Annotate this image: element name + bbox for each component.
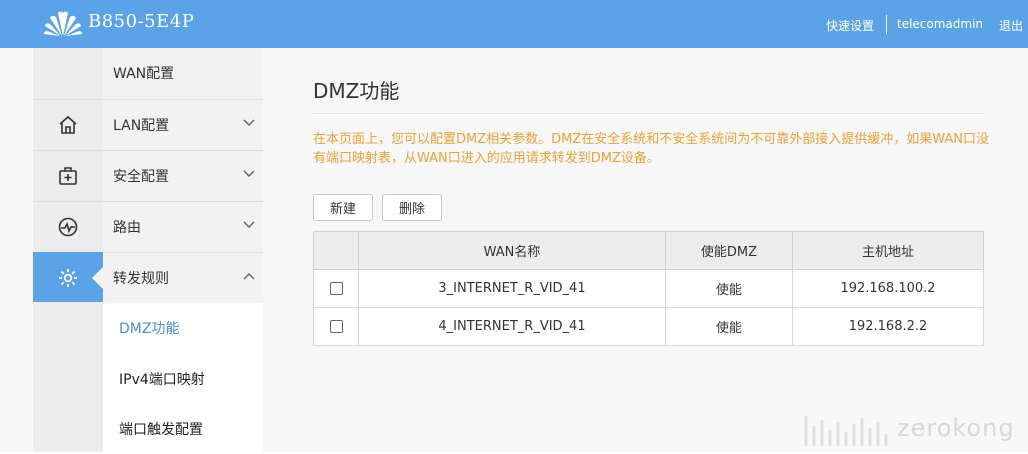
chevron-down-icon	[243, 170, 255, 178]
menu-item-label: 路由	[113, 219, 141, 236]
user-link[interactable]: telecomadmin	[897, 17, 983, 31]
route-icon	[58, 217, 78, 236]
submenu-item-port-trigger[interactable]: 端口触发配置	[103, 404, 263, 454]
menu-item-label: LAN配置	[113, 117, 170, 134]
menu-item-lan[interactable]: LAN配置	[103, 99, 263, 149]
row-select-cell	[313, 269, 359, 308]
chevron-down-icon	[243, 119, 255, 127]
new-button[interactable]: 新建	[313, 194, 373, 221]
table-row[interactable]: 4_INTERNET_R_VID_41 使能 192.168.2.2	[313, 307, 984, 346]
row-checkbox[interactable]	[329, 282, 343, 295]
chevron-down-icon	[243, 221, 255, 229]
submenu-item-label: IPv4端口映射	[119, 372, 205, 388]
enable-dmz-cell: 使能	[665, 269, 793, 308]
rail-home[interactable]	[33, 99, 103, 149]
rail-security[interactable]	[33, 150, 103, 200]
menu-item-route[interactable]: 路由	[103, 201, 263, 251]
firstaid-icon	[59, 166, 77, 185]
huawei-logo-icon	[44, 11, 82, 36]
menu-item-forwarding[interactable]: 转发规则	[103, 252, 263, 302]
logout-link[interactable]: 退出	[999, 17, 1023, 34]
enable-dmz-header: 使能DMZ	[665, 231, 793, 270]
table-row[interactable]: 3_INTERNET_R_VID_41 使能 192.168.100.2	[313, 269, 984, 308]
host-address-header: 主机地址	[792, 231, 984, 270]
delete-button[interactable]: 删除	[382, 194, 442, 221]
menu-item-security[interactable]: 安全配置	[103, 150, 263, 200]
submenu-item-label: 端口触发配置	[119, 422, 203, 438]
wan-name-cell: 4_INTERNET_R_VID_41	[358, 307, 666, 346]
top-header: B850-5E4P 快速设置 telecomadmin 退出	[0, 0, 1028, 48]
chevron-up-icon	[243, 272, 255, 280]
device-model: B850-5E4P	[88, 11, 195, 32]
select-column-header	[313, 231, 359, 270]
wan-name-header: WAN名称	[358, 231, 666, 270]
menu-item-label: WAN配置	[113, 66, 175, 82]
host-address-cell: 192.168.100.2	[792, 269, 984, 308]
gear-icon	[59, 268, 77, 287]
rail-route[interactable]	[33, 201, 103, 251]
title-divider	[313, 113, 983, 114]
quick-setup-link[interactable]: 快速设置	[826, 17, 874, 34]
page-description: 在本页面上，您可以配置DMZ相关参数。DMZ在安全系统和不安全系统间为不可靠外部…	[313, 132, 990, 166]
wan-name-cell: 3_INTERNET_R_VID_41	[358, 269, 666, 308]
dmz-table: WAN名称 使能DMZ 主机地址 3_INTERNET_R_VID_41 使能 …	[313, 231, 984, 346]
watermark-text: zerokong	[897, 414, 1015, 442]
home-icon	[59, 115, 77, 134]
table-header-row: WAN名称 使能DMZ 主机地址	[313, 231, 984, 270]
submenu-item-dmz[interactable]: DMZ功能	[103, 303, 263, 353]
submenu-item-label: DMZ功能	[119, 321, 180, 337]
host-address-cell: 192.168.2.2	[792, 307, 984, 346]
header-divider	[886, 15, 887, 34]
enable-dmz-cell: 使能	[665, 307, 793, 346]
page-title: DMZ功能	[313, 79, 400, 103]
row-select-cell	[313, 307, 359, 346]
submenu-item-ipv4-port-mapping[interactable]: IPv4端口映射	[103, 354, 263, 404]
active-pointer	[92, 267, 103, 289]
menu-item-label: 转发规则	[113, 270, 169, 287]
row-checkbox[interactable]	[329, 320, 343, 333]
menu-item-label: 安全配置	[113, 168, 169, 185]
menu-item-wan[interactable]: WAN配置	[103, 48, 263, 98]
